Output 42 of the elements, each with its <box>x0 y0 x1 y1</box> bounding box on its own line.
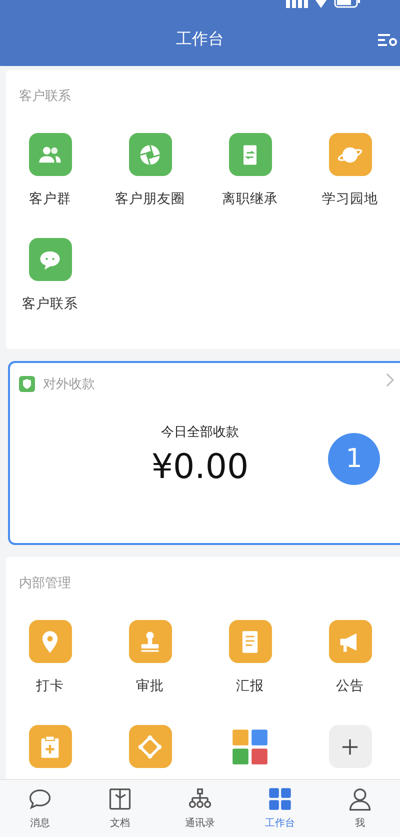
section-title: 内部管理 <box>18 575 72 592</box>
tab[interactable]: 工作台 <box>240 780 320 837</box>
app-button[interactable] <box>328 725 372 768</box>
count-badge: 1 <box>328 433 380 485</box>
document-icon <box>107 786 133 812</box>
nodes-icon <box>137 734 163 760</box>
app-label: 客户联系 <box>22 295 78 313</box>
app-button[interactable] <box>28 725 72 768</box>
app-button[interactable] <box>128 133 172 176</box>
app-label: 汇报 <box>236 677 264 695</box>
app-button[interactable] <box>328 620 372 663</box>
chevron-right-icon[interactable] <box>386 373 394 387</box>
payment-card[interactable]: 对外收款 今日全部收款 ¥0.00 1 <box>8 361 400 545</box>
app-button[interactable] <box>228 620 272 663</box>
page-title: 工作台 <box>176 28 224 50</box>
app-label: 打卡 <box>36 677 64 695</box>
app-label: 客户朋友圈 <box>115 190 185 208</box>
settings-button[interactable] <box>378 33 398 47</box>
tab[interactable]: 我 <box>320 780 400 837</box>
tab[interactable]: 通讯录 <box>160 780 240 837</box>
shield-icon <box>19 376 35 392</box>
app-button[interactable] <box>328 133 372 176</box>
app-button[interactable] <box>28 238 72 281</box>
app-button[interactable] <box>228 133 272 176</box>
amount-value: ¥0.00 <box>151 447 249 487</box>
tab[interactable]: 文档 <box>80 780 160 837</box>
app-button[interactable] <box>128 620 172 663</box>
person-icon <box>347 786 373 812</box>
app-button[interactable] <box>28 620 72 663</box>
app-button[interactable] <box>128 725 172 768</box>
section-title: 客户联系 <box>18 88 72 105</box>
app-label: 客户群 <box>29 190 71 208</box>
app-label: 公告 <box>336 677 364 695</box>
app-tiles-icon <box>231 728 269 766</box>
app-label: 学习园地 <box>322 190 378 208</box>
app-label: 离职继承 <box>222 190 278 208</box>
grid-icon <box>267 786 293 812</box>
app-label: 审批 <box>136 677 164 695</box>
tab[interactable]: 消息 <box>0 780 80 837</box>
app-button[interactable] <box>28 133 72 176</box>
card-title: 对外收款 <box>43 376 95 393</box>
amount-caption: 今日全部收款 <box>161 424 239 441</box>
